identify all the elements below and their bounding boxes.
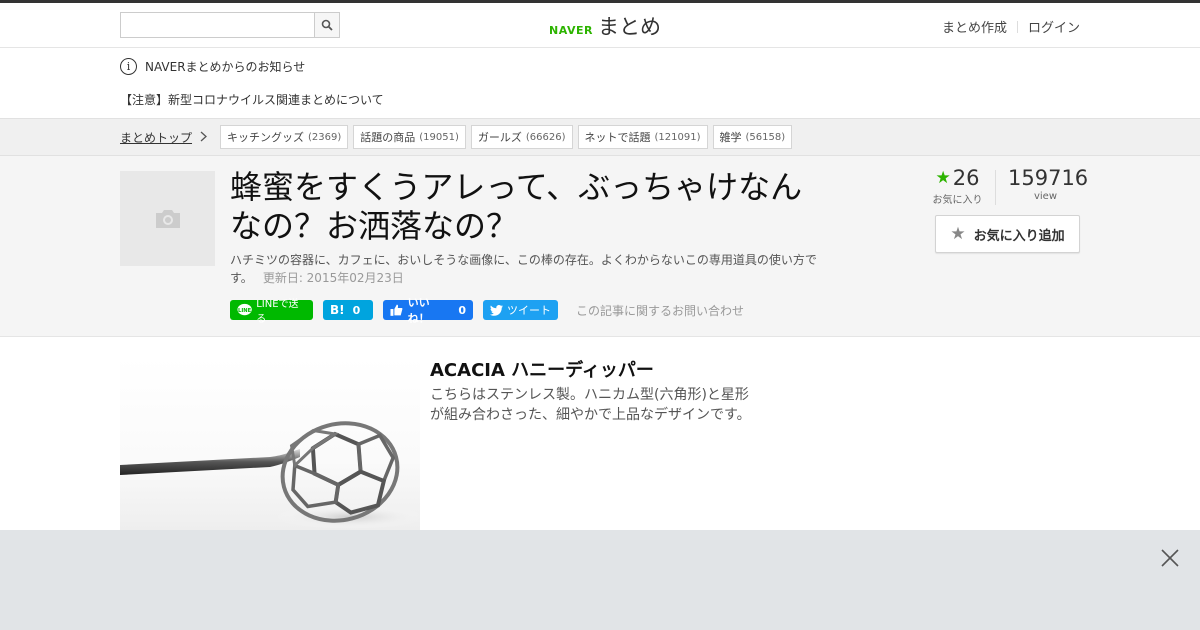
article-content: ACACIA ハニーディッパー こちらはステンレス製。ハニカム型(六角形)と星形…: [0, 337, 1200, 530]
category-tag[interactable]: 雑学 (56158): [712, 125, 793, 149]
twitter-bird-icon: [490, 304, 503, 316]
bottom-ad-overlay: [0, 530, 1200, 630]
item-title: ACACIA ハニーディッパー: [430, 360, 654, 381]
category-tag[interactable]: ガールズ (66626): [470, 125, 573, 149]
logo-brand: NAVER: [549, 24, 593, 37]
create-matome-link[interactable]: まとめ作成: [942, 17, 1007, 36]
chevron-right-icon: [200, 131, 207, 145]
category-name: キッチングッズ: [227, 131, 304, 144]
close-icon[interactable]: [1159, 547, 1181, 569]
favorites-stat: ★ 26 お気に入り: [920, 166, 995, 206]
category-tag[interactable]: ネットで話題 (121091): [577, 125, 708, 149]
views-stat: 159716 view: [1008, 166, 1089, 206]
matome-top-label: まとめトップ: [120, 131, 193, 145]
article-description: ハチミツの容器に、カフェに、おいしそうな画像に、この棒の存在。よくわからないこの…: [230, 251, 825, 287]
header-nav: まとめ作成 ログイン: [942, 17, 1080, 36]
search-button[interactable]: [314, 13, 339, 37]
article-header: 蜂蜜をすくうアレって、ぶっちゃけなんなの？お洒落なの？ ハチミツの容器に、カフェ…: [0, 156, 1200, 337]
category-count: (2369): [308, 131, 342, 143]
category-name: ネットで話題: [584, 131, 651, 144]
star-icon: ★: [935, 168, 951, 188]
category-tag[interactable]: 話題の商品 (19051): [353, 125, 466, 149]
category-bar: まとめトップ キッチングッズ (2369) 話題の商品 (19051) ガールズ (6…: [0, 118, 1200, 156]
star-outline-icon: ★: [950, 224, 966, 244]
article-stats: ★ 26 お気に入り 159716 view: [920, 166, 1089, 206]
category-list: キッチングッズ (2369) 話題の商品 (19051) ガールズ (66626) ネ…: [220, 125, 797, 149]
info-icon: i: [120, 58, 137, 75]
favorites-label: お気に入り: [932, 195, 983, 206]
add-favorite-button[interactable]: ★ お気に入り追加: [935, 215, 1080, 253]
logo-text: まとめ: [597, 15, 661, 39]
stats-divider: [995, 170, 996, 205]
honey-dipper-image: [120, 357, 420, 530]
category-count: (121091): [654, 131, 701, 143]
search-input[interactable]: [121, 13, 314, 37]
favorites-count: 26: [952, 166, 980, 190]
hatena-count: 0: [352, 303, 361, 317]
views-count: 159716: [1008, 166, 1089, 190]
thumbs-up-icon: [390, 304, 403, 316]
header: NAVER まとめ まとめ作成 ログイン: [0, 3, 1200, 48]
camera-icon: [155, 209, 180, 228]
category-count: (19051): [419, 131, 459, 143]
article-title: 蜂蜜をすくうアレって、ぶっちゃけなんなの？お洒落なの？: [230, 168, 803, 245]
line-label: LINEで送る: [256, 299, 299, 325]
inquiry-link[interactable]: この記事に関するお問い合わせ: [576, 302, 744, 319]
tweet-button[interactable]: ツイート: [483, 300, 558, 320]
category-name: ガールズ: [477, 131, 522, 144]
add-favorite-label: お気に入り追加: [973, 228, 1065, 244]
share-bar: LINE LINEで送る B! 0 いいね！ 0 ツイート この記事に関するお問…: [230, 296, 744, 325]
search-icon: [321, 19, 333, 31]
tweet-label: ツイート: [507, 304, 551, 317]
hatena-bookmark-button[interactable]: B! 0: [323, 300, 373, 320]
category-name: 雑学: [719, 131, 742, 144]
fb-label: いいね！: [407, 296, 430, 325]
facebook-like-button[interactable]: いいね！ 0: [383, 296, 473, 325]
hatena-icon: B!: [330, 303, 345, 317]
category-tag[interactable]: キッチングッズ (2369): [220, 125, 349, 149]
article-thumbnail: [120, 171, 215, 266]
views-label: view: [1033, 191, 1058, 202]
login-link[interactable]: ログイン: [1028, 17, 1080, 36]
notice-heading: i NAVERまとめからのお知らせ: [120, 58, 305, 75]
matome-top-link[interactable]: まとめトップ: [120, 129, 207, 146]
naver-matome-logo[interactable]: NAVER まとめ: [549, 11, 661, 41]
notice-link[interactable]: 【注意】新型コロナウイルス関連まとめについて: [120, 91, 384, 108]
notice-label: NAVERまとめからのお知らせ: [145, 60, 306, 74]
svg-text:LINE: LINE: [238, 308, 252, 314]
search-box: [120, 12, 340, 38]
line-icon: LINE: [237, 303, 252, 316]
category-count: (66626): [525, 131, 566, 143]
updated-date: 更新日: 2015年02月23日: [262, 271, 404, 285]
nav-divider: [1016, 20, 1018, 33]
fb-count: 0: [458, 303, 466, 317]
item-description: こちらはステンレス製。ハニカム型(六角形)と星形が組み合わさった、細やかで上品な…: [430, 387, 751, 423]
line-share-button[interactable]: LINE LINEで送る: [230, 299, 313, 325]
category-count: (56158): [745, 131, 786, 143]
category-name: 話題の商品: [360, 131, 416, 144]
